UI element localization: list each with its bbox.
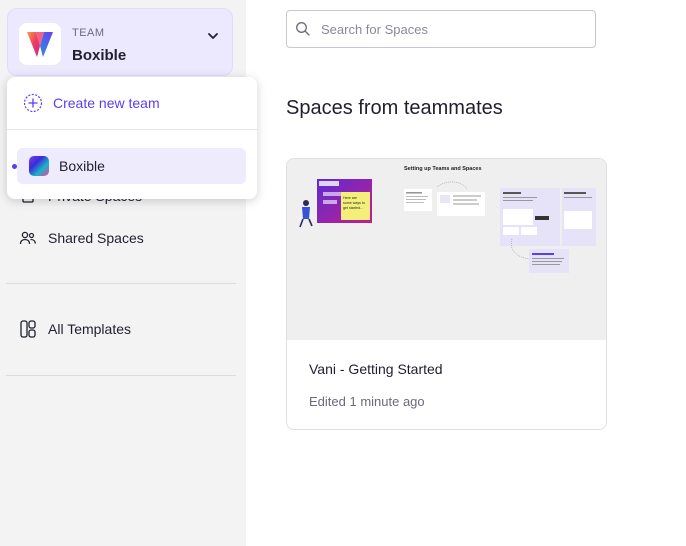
team-name: Boxible bbox=[72, 47, 127, 64]
space-card-title: Vani - Getting Started bbox=[309, 361, 443, 377]
people-icon bbox=[18, 228, 38, 248]
team-kicker: TEAM bbox=[72, 27, 105, 39]
create-new-team-label: Create new team bbox=[53, 95, 160, 111]
dropdown-divider bbox=[7, 129, 257, 130]
sidebar-item-label: Shared Spaces bbox=[48, 230, 144, 246]
team-logo bbox=[19, 23, 61, 65]
team-option-boxible[interactable]: Boxible bbox=[12, 148, 246, 184]
sidebar-divider bbox=[6, 283, 236, 284]
team-option-label: Boxible bbox=[59, 158, 105, 174]
space-thumbnail: Setting up Teams and Spaces Here are som… bbox=[287, 159, 606, 340]
brand-logo-icon bbox=[27, 32, 53, 57]
chevron-down-icon[interactable] bbox=[206, 29, 220, 43]
sidebar-divider bbox=[6, 375, 236, 376]
section-title: Spaces from teammates bbox=[286, 97, 503, 119]
team-switcher[interactable]: TEAM Boxible bbox=[7, 8, 233, 76]
thumbnail-preview: Setting up Teams and Spaces Here are som… bbox=[287, 159, 606, 340]
search-input[interactable] bbox=[319, 20, 595, 38]
team-avatar bbox=[29, 156, 49, 176]
team-dropdown-menu: Create new team Boxible bbox=[7, 77, 257, 199]
search-icon bbox=[296, 22, 310, 36]
sidebar-item-label: All Templates bbox=[48, 321, 132, 337]
search-box[interactable] bbox=[286, 10, 596, 48]
space-card[interactable]: Setting up Teams and Spaces Here are som… bbox=[286, 158, 607, 430]
selected-indicator bbox=[12, 164, 17, 169]
space-card-meta: Edited 1 minute ago bbox=[309, 394, 425, 409]
sidebar-item-shared-spaces[interactable]: Shared Spaces bbox=[18, 225, 238, 251]
sidebar-item-all-templates[interactable]: All Templates bbox=[18, 316, 238, 342]
plus-circle-icon bbox=[23, 93, 43, 113]
create-new-team-button[interactable]: Create new team bbox=[23, 91, 160, 115]
thumbnail-heading: Setting up Teams and Spaces bbox=[404, 166, 482, 172]
templates-icon bbox=[18, 319, 38, 339]
